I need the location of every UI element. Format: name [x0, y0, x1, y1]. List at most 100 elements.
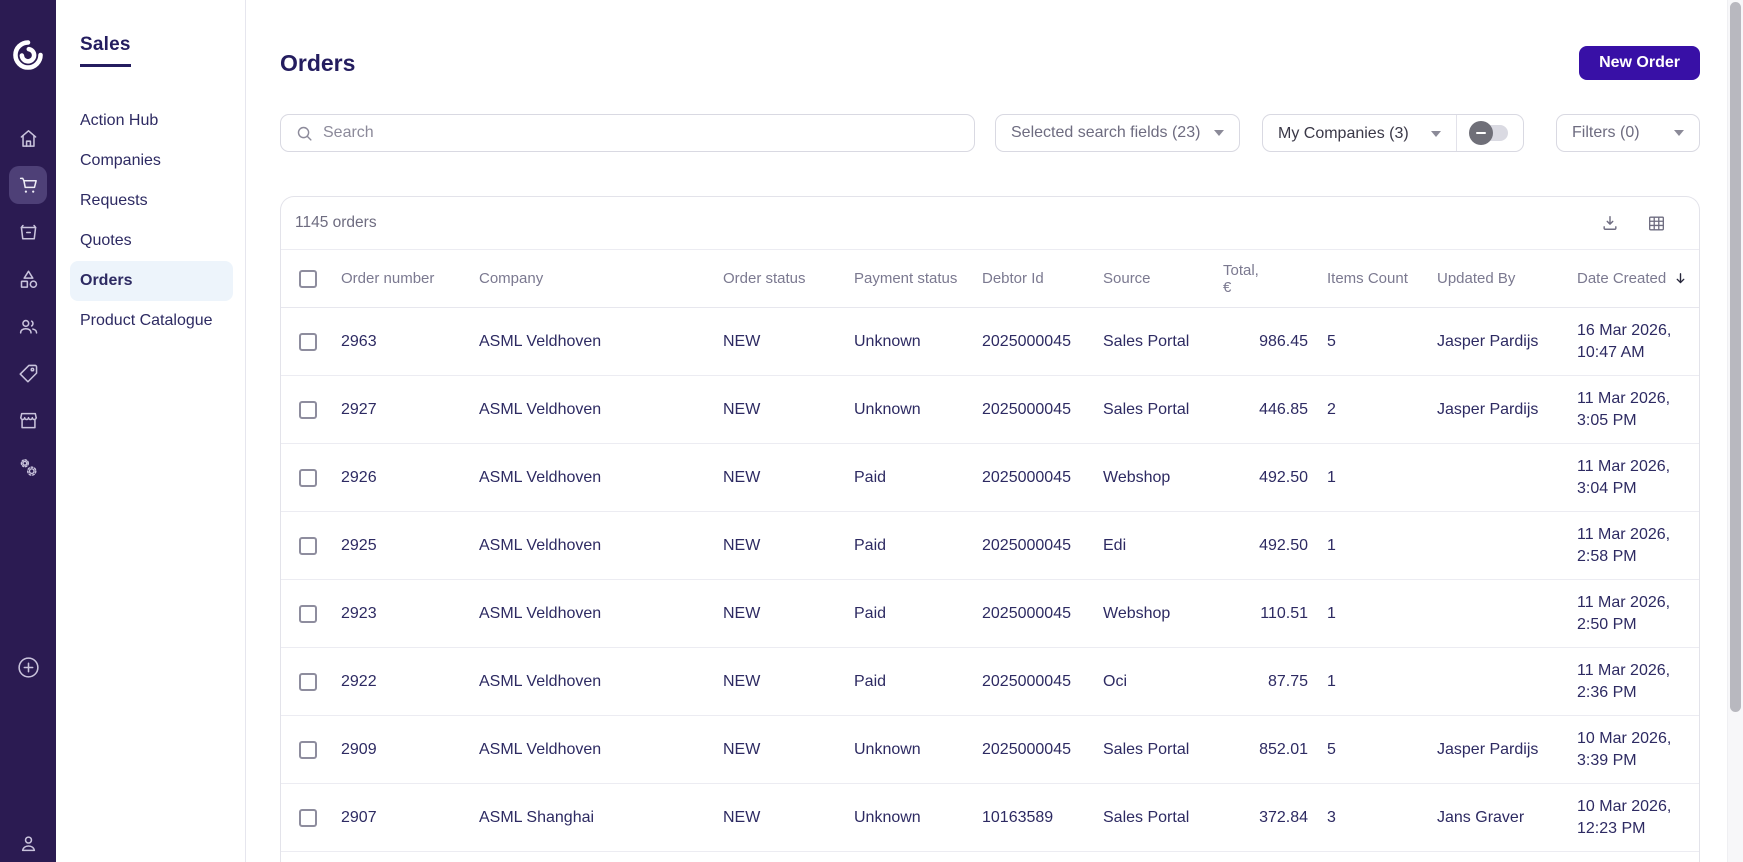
cell-order-number: 2926	[341, 468, 377, 486]
page-scrollbar[interactable]	[1727, 0, 1743, 862]
col-items-count[interactable]: Items Count	[1308, 270, 1437, 287]
cell-updated-by: Jasper Pardijs	[1437, 400, 1539, 418]
cell-payment-status: Paid	[854, 468, 887, 486]
storefront-icon[interactable]	[9, 401, 47, 439]
cell-debtor-id: 2025000045	[982, 468, 1071, 486]
plus-circle-icon[interactable]	[9, 648, 47, 685]
cell-total: 372.84	[1259, 808, 1308, 826]
icon-rail	[0, 0, 56, 862]
col-source[interactable]: Source	[1103, 270, 1223, 287]
col-company[interactable]: Company	[479, 270, 723, 287]
table-row[interactable]: 2923 ASML Veldhoven NEW Paid 2025000045 …	[281, 580, 1699, 648]
module-title: Sales	[80, 34, 131, 67]
cell-order-number: 2927	[341, 400, 377, 418]
cell-order-status: NEW	[723, 332, 761, 350]
cell-items-count: 1	[1327, 536, 1336, 554]
sidebar-item-quotes[interactable]: Quotes	[56, 221, 245, 261]
filters-dropdown[interactable]: Filters (0)	[1556, 114, 1700, 152]
settings-gears-icon[interactable]	[9, 448, 47, 486]
sort-desc-arrow-icon[interactable]	[1673, 271, 1688, 286]
cell-order-status: NEW	[723, 672, 761, 690]
col-debtor-id[interactable]: Debtor Id	[982, 270, 1103, 287]
cell-total: 110.51	[1260, 604, 1308, 622]
col-date-created[interactable]: Date Created	[1577, 270, 1699, 287]
customers-icon[interactable]	[9, 307, 47, 345]
app-logo[interactable]	[11, 38, 45, 71]
account-person-icon[interactable]	[9, 825, 47, 862]
col-updated-by[interactable]: Updated By	[1437, 270, 1577, 287]
table-header: Order number Company Order status Paymen…	[281, 250, 1699, 308]
table-row[interactable]: 2907 ASML Shanghai NEW Unknown 10163589 …	[281, 784, 1699, 852]
cell-source: Sales Portal	[1103, 400, 1190, 418]
table-columns-grid-icon[interactable]	[1646, 213, 1667, 234]
table-row[interactable]: 2926 ASML Veldhoven NEW Paid 2025000045 …	[281, 444, 1699, 512]
cart-icon[interactable]	[9, 166, 47, 205]
select-all-checkbox[interactable]	[299, 269, 317, 288]
row-checkbox[interactable]	[299, 604, 317, 623]
my-companies-label: My Companies (3)	[1278, 125, 1409, 142]
tag-icon[interactable]	[9, 354, 47, 392]
col-total[interactable]: Total, €	[1223, 262, 1308, 296]
main-content: Orders New Order Selected search fields …	[246, 0, 1743, 862]
col-order-number[interactable]: Order number	[341, 270, 479, 287]
table-row[interactable]: 2922 ASML Veldhoven NEW Paid 2025000045 …	[281, 648, 1699, 716]
table-row[interactable]: 2925 ASML Veldhoven NEW Paid 2025000045 …	[281, 512, 1699, 580]
download-icon[interactable]	[1600, 213, 1620, 233]
cell-items-count: 5	[1327, 740, 1336, 758]
category-icon[interactable]	[9, 260, 47, 298]
cell-order-status: NEW	[723, 400, 761, 418]
new-order-button[interactable]: New Order	[1579, 46, 1700, 80]
home-icon[interactable]	[9, 119, 47, 157]
cell-company: ASML Veldhoven	[479, 740, 602, 758]
cell-items-count: 2	[1327, 400, 1336, 418]
table-body: 2963 ASML Veldhoven NEW Unknown 20250000…	[281, 308, 1699, 852]
cell-total: 986.45	[1259, 332, 1308, 350]
cell-items-count: 1	[1327, 604, 1336, 622]
cell-source: Oci	[1103, 672, 1127, 690]
rail-nav	[9, 119, 47, 495]
col-payment-status[interactable]: Payment status	[854, 270, 982, 287]
row-checkbox[interactable]	[299, 740, 317, 759]
row-checkbox[interactable]	[299, 808, 317, 827]
cell-date-created: 11 Mar 2026, 2:58 PM	[1577, 525, 1671, 565]
cell-order-status: NEW	[723, 468, 761, 486]
cell-total: 492.50	[1259, 536, 1308, 554]
col-order-status[interactable]: Order status	[723, 270, 854, 287]
cell-items-count: 3	[1327, 808, 1336, 826]
my-companies-dropdown[interactable]: My Companies (3)	[1263, 115, 1456, 153]
table-row[interactable]: 2963 ASML Veldhoven NEW Unknown 20250000…	[281, 308, 1699, 376]
chevron-down-icon	[1214, 130, 1224, 136]
table-row[interactable]: 2909 ASML Veldhoven NEW Unknown 20250000…	[281, 716, 1699, 784]
search-fields-dropdown[interactable]: Selected search fields (23)	[995, 114, 1240, 152]
companies-toggle[interactable]	[1456, 115, 1523, 151]
cell-items-count: 5	[1327, 332, 1336, 350]
cell-payment-status: Unknown	[854, 332, 921, 350]
search-box[interactable]	[280, 114, 975, 152]
sidebar-item-companies[interactable]: Companies	[56, 141, 245, 181]
cell-payment-status: Paid	[854, 604, 887, 622]
sidebar-item-action-hub[interactable]: Action Hub	[56, 101, 245, 141]
sidebar-item-requests[interactable]: Requests	[56, 181, 245, 221]
products-box-icon[interactable]	[9, 213, 47, 251]
cell-order-number: 2909	[341, 740, 377, 758]
row-checkbox[interactable]	[299, 332, 317, 351]
row-checkbox[interactable]	[299, 468, 317, 487]
table-row[interactable]: 2927 ASML Veldhoven NEW Unknown 20250000…	[281, 376, 1699, 444]
chevron-down-icon	[1674, 130, 1684, 136]
sidebar-item-product-catalogue[interactable]: Product Catalogue	[56, 301, 245, 341]
cell-total: 852.01	[1259, 740, 1308, 758]
row-checkbox[interactable]	[299, 536, 317, 555]
cell-source: Sales Portal	[1103, 808, 1190, 826]
table-actions	[1600, 213, 1667, 234]
sidebar-item-orders[interactable]: Orders	[70, 261, 233, 301]
row-checkbox[interactable]	[299, 400, 317, 419]
cell-company: ASML Veldhoven	[479, 604, 602, 622]
cell-order-number: 2923	[341, 604, 377, 622]
scrollbar-thumb[interactable]	[1730, 2, 1741, 712]
cell-order-status: NEW	[723, 808, 761, 826]
cell-updated-by: Jans Graver	[1437, 808, 1525, 826]
cell-items-count: 1	[1327, 468, 1336, 486]
cell-source: Webshop	[1103, 604, 1171, 622]
row-checkbox[interactable]	[299, 672, 317, 691]
search-input[interactable]	[323, 124, 960, 142]
